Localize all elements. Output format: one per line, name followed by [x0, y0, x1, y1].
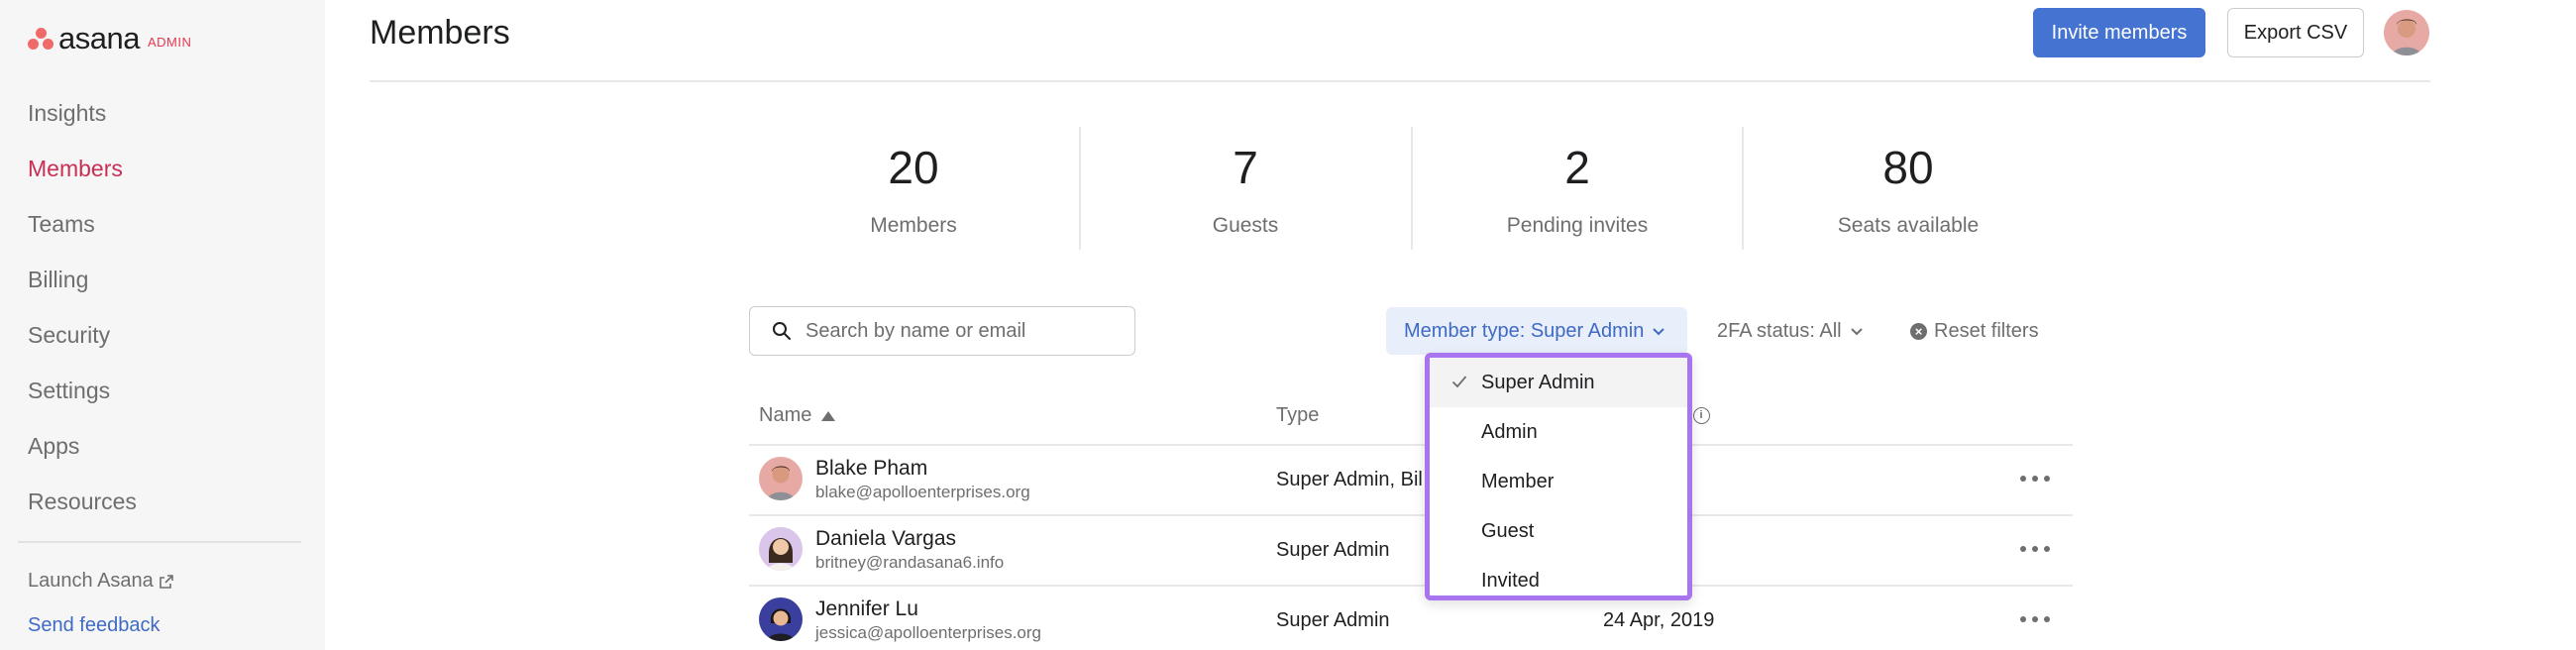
- stat-value: 80: [1882, 142, 1934, 193]
- stat-value: 7: [1233, 142, 1258, 193]
- column-header-type-label: Type: [1276, 404, 1320, 426]
- dropdown-option-label: Invited: [1481, 569, 1540, 592]
- logo-admin-label: ADMIN: [147, 34, 192, 50]
- member-type: Super Admin: [1276, 609, 1390, 631]
- table-row[interactable]: Jennifer Lu jessica@apolloenterprises.or…: [749, 586, 2073, 650]
- member-type: Super Admin: [1276, 539, 1390, 561]
- launch-asana-label: Launch Asana: [28, 570, 154, 592]
- logo-wordmark: asana: [58, 21, 140, 55]
- avatar: [759, 597, 803, 641]
- member-name: Blake Pham: [815, 457, 928, 480]
- stat-value: 20: [888, 142, 939, 193]
- asana-logo-icon: [28, 27, 54, 51]
- member-name: Jennifer Lu: [815, 597, 918, 620]
- stat-label: Seats available: [1837, 214, 1980, 237]
- member-type-dropdown: Super Admin Admin Member Guest Invited: [1425, 353, 1692, 600]
- avatar: [759, 457, 803, 500]
- dropdown-option-label: Super Admin: [1481, 371, 1595, 393]
- sort-ascending-icon: [821, 410, 836, 421]
- chevron-down-icon: [1850, 327, 1863, 335]
- asana-admin-logo[interactable]: asana ADMIN: [28, 21, 192, 55]
- sidebar-nav: Insights Members Teams Billing Security …: [28, 95, 137, 539]
- sidebar-item-settings[interactable]: Settings: [28, 373, 137, 428]
- member-last-activity: 24 Apr, 2019: [1603, 609, 1715, 631]
- dropdown-option-label: Member: [1481, 470, 1555, 492]
- dropdown-option-guest[interactable]: Guest: [1430, 506, 1687, 556]
- stat-label: Guests: [1212, 214, 1279, 237]
- send-feedback-link[interactable]: Send feedback: [28, 614, 160, 637]
- stat-label: Pending invites: [1506, 214, 1649, 237]
- stat-members: 20 Members: [748, 127, 1079, 250]
- search-icon: [773, 322, 791, 340]
- table-row[interactable]: Daniela Vargas britney@randasana6.info S…: [749, 515, 2073, 585]
- member-type-filter-label: Member type: Super Admin: [1404, 319, 1645, 342]
- info-icon[interactable]: i: [1692, 407, 1710, 424]
- checkmark-icon: [1451, 376, 1467, 388]
- member-type-filter[interactable]: Member type: Super Admin: [1386, 307, 1687, 355]
- stat-pending-invites: 2 Pending invites: [1412, 127, 1743, 250]
- dropdown-option-super-admin[interactable]: Super Admin: [1430, 358, 1687, 407]
- export-csv-button[interactable]: Export CSV: [2227, 8, 2364, 57]
- external-link-icon: [159, 574, 173, 589]
- sidebar-item-billing[interactable]: Billing: [28, 262, 137, 317]
- sidebar-item-resources[interactable]: Resources: [28, 484, 137, 539]
- reset-filters-button[interactable]: × Reset filters: [1910, 307, 2039, 355]
- sidebar-item-apps[interactable]: Apps: [28, 428, 137, 484]
- column-header-name[interactable]: Name: [759, 404, 836, 427]
- launch-asana-link[interactable]: Launch Asana: [28, 570, 173, 593]
- search-input[interactable]: [805, 319, 1103, 343]
- dropdown-option-invited[interactable]: Invited: [1430, 556, 1687, 596]
- invite-members-button[interactable]: Invite members: [2033, 8, 2205, 57]
- clear-circle-icon: ×: [1910, 322, 1927, 340]
- member-type: Super Admin, Bil: [1276, 469, 1423, 490]
- search-box[interactable]: [749, 306, 1135, 356]
- sidebar-item-members[interactable]: Members: [28, 151, 137, 206]
- member-email: britney@randasana6.info: [815, 553, 1005, 572]
- member-name: Daniela Vargas: [815, 527, 957, 550]
- user-avatar[interactable]: [2384, 10, 2429, 55]
- header-divider: [370, 80, 2430, 82]
- chevron-down-icon: [1653, 327, 1665, 335]
- sidebar-item-insights[interactable]: Insights: [28, 95, 137, 151]
- dropdown-option-admin[interactable]: Admin: [1430, 407, 1687, 457]
- sidebar-divider: [18, 541, 301, 543]
- dropdown-option-label: Guest: [1481, 519, 1535, 542]
- twofa-status-filter[interactable]: 2FA status: All: [1702, 307, 1864, 355]
- member-email: jessica@apolloenterprises.org: [815, 623, 1041, 642]
- dropdown-option-label: Admin: [1481, 420, 1538, 443]
- sidebar: asana ADMIN Insights Members Teams Billi…: [0, 0, 325, 650]
- column-header-name-label: Name: [759, 404, 812, 426]
- avatar: [759, 527, 803, 571]
- more-options-icon[interactable]: [2020, 465, 2050, 492]
- page-title: Members: [370, 14, 510, 52]
- stat-seats-available: 80 Seats available: [1743, 127, 2074, 250]
- dropdown-option-member[interactable]: Member: [1430, 457, 1687, 506]
- stat-value: 2: [1564, 142, 1590, 193]
- twofa-status-filter-label: 2FA status: All: [1717, 319, 1842, 342]
- member-email: blake@apolloenterprises.org: [815, 483, 1030, 501]
- stat-label: Members: [870, 214, 957, 237]
- more-options-icon[interactable]: [2020, 535, 2050, 563]
- more-options-icon[interactable]: [2020, 605, 2050, 633]
- sidebar-item-teams[interactable]: Teams: [28, 206, 137, 262]
- reset-filters-label: Reset filters: [1934, 319, 2039, 342]
- table-row[interactable]: Blake Pham blake@apolloenterprises.org S…: [749, 445, 2073, 514]
- sidebar-item-security[interactable]: Security: [28, 317, 137, 373]
- stat-guests: 7 Guests: [1080, 127, 1411, 250]
- column-header-type[interactable]: Type: [1276, 404, 1319, 427]
